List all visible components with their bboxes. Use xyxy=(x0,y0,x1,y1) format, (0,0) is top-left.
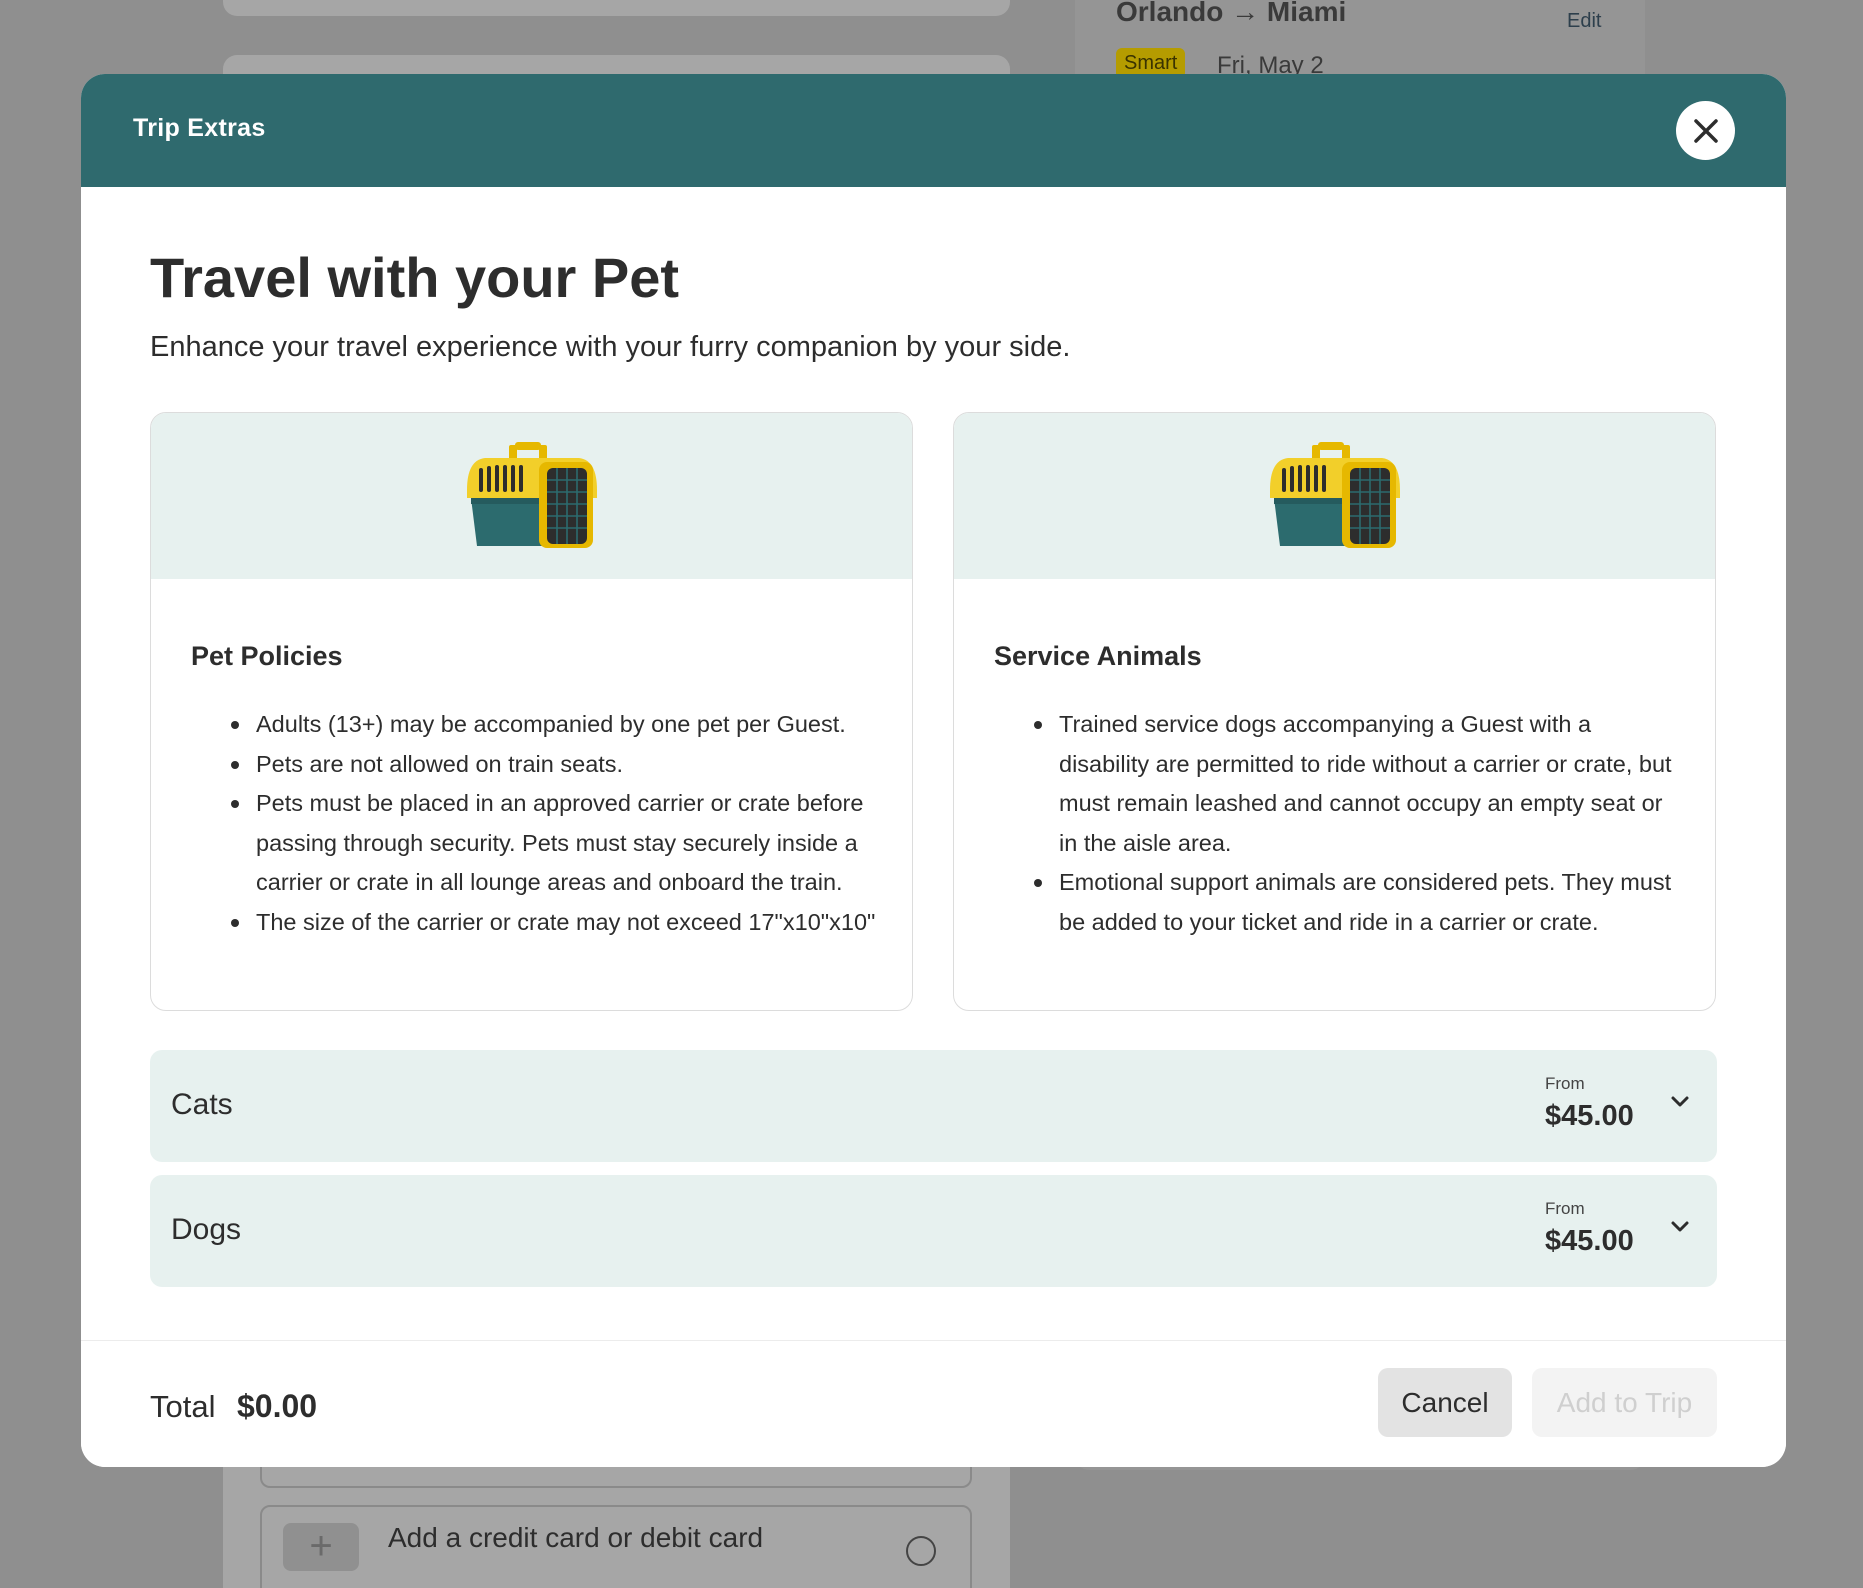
total-value: $0.00 xyxy=(237,1388,318,1424)
page-subtitle: Enhance your travel experience with your… xyxy=(150,331,1071,363)
list-item: Emotional support animals are considered… xyxy=(1034,863,1674,942)
trip-extras-modal: Trip Extras Travel with your Pet Enhance… xyxy=(81,74,1786,1467)
list-item: Adults (13+) may be accompanied by one p… xyxy=(231,705,891,745)
list-item: Pets must be placed in an approved carri… xyxy=(231,784,891,903)
chevron-down-icon[interactable] xyxy=(1668,1090,1692,1114)
close-icon xyxy=(1693,118,1718,143)
chevron-down-icon[interactable] xyxy=(1668,1215,1692,1239)
pet-option-cats[interactable]: Cats From $45.00 xyxy=(150,1050,1717,1162)
modal-header: Trip Extras xyxy=(81,74,1786,187)
pet-option-name: Dogs xyxy=(171,1213,242,1246)
background-card-top xyxy=(223,0,1010,16)
pet-carrier-icon xyxy=(466,442,597,548)
route-from: Orlando xyxy=(1116,0,1224,27)
modal-header-title: Trip Extras xyxy=(133,114,266,142)
close-button[interactable] xyxy=(1676,101,1735,160)
add-card-label: Add a credit card or debit card xyxy=(388,1522,764,1553)
price-value: $45.00 xyxy=(1545,1100,1634,1132)
card-title: Pet Policies xyxy=(191,641,343,671)
plus-icon: + xyxy=(283,1523,359,1571)
card-image xyxy=(954,413,1715,579)
list-item: The size of the carrier or crate may not… xyxy=(231,903,891,943)
list-item: Pets are not allowed on train seats. xyxy=(231,745,891,785)
price-from-label: From xyxy=(1545,1199,1585,1218)
total-label: Total xyxy=(150,1389,216,1424)
route-arrow-icon: → xyxy=(1231,0,1260,27)
pet-policies-list: Adults (13+) may be accompanied by one p… xyxy=(191,705,891,943)
pet-carrier-icon xyxy=(1269,442,1400,548)
route-to: Miami xyxy=(1266,0,1347,27)
service-animals-list: Trained service dogs accompanying a Gues… xyxy=(994,705,1674,943)
price-from-label: From xyxy=(1545,1074,1585,1093)
pet-policies-card: Pet Policies Adults (13+) may be accompa… xyxy=(150,412,913,1011)
list-item: Trained service dogs accompanying a Gues… xyxy=(1034,705,1674,863)
add-card-radio xyxy=(906,1536,936,1566)
edit-link: Edit xyxy=(1567,10,1602,32)
add-to-trip-button[interactable]: Add to Trip xyxy=(1532,1368,1717,1437)
modal-footer: Total $0.00 Cancel Add to Trip xyxy=(81,1340,1786,1467)
pet-option-dogs[interactable]: Dogs From $45.00 xyxy=(150,1175,1717,1287)
price-value: $45.00 xyxy=(1545,1225,1634,1257)
background-route: Orlando → Miami xyxy=(1116,0,1346,28)
card-image xyxy=(151,413,912,579)
cancel-button[interactable]: Cancel xyxy=(1378,1368,1512,1437)
pet-option-name: Cats xyxy=(171,1088,233,1121)
card-title: Service Animals xyxy=(994,641,1202,671)
service-animals-card: Service Animals Trained service dogs acc… xyxy=(953,412,1716,1011)
page-title: Travel with your Pet xyxy=(150,246,680,309)
